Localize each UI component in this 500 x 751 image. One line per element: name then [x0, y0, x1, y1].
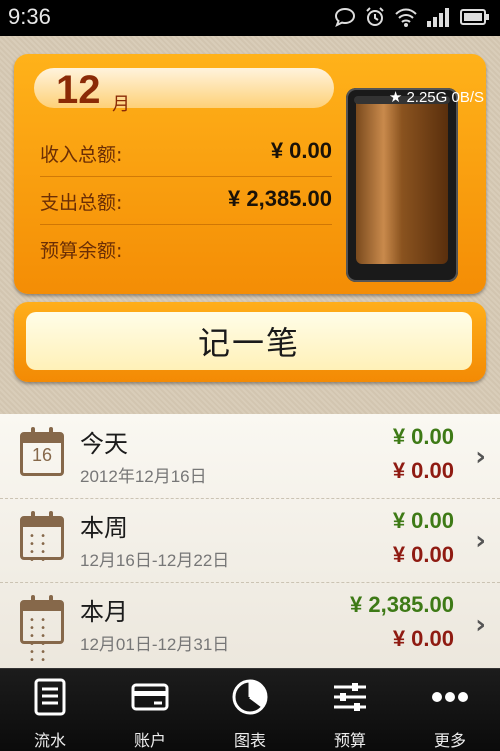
alarm-icon: [366, 7, 384, 26]
expense-total-value: ¥ 2,385.00: [228, 186, 332, 211]
app-content: 12 月 收入总额: ¥ 0.00 支出总额: ¥ 2,385.00 预算余额:…: [0, 36, 500, 668]
period-range: 2012年12月16日: [80, 467, 207, 486]
wifi-icon: [395, 8, 417, 27]
pie-chart-icon: [232, 679, 268, 715]
period-list: 16 今天 2012年12月16日 ¥ 0.00 ¥ 0.00 › • • • …: [0, 414, 500, 668]
income-total-value: ¥ 0.00: [270, 138, 332, 163]
tab-budget[interactable]: 预算: [300, 669, 400, 751]
period-range: 12月01日-12月31日: [80, 635, 230, 654]
budget-balance-label: 预算余额:: [40, 240, 123, 262]
tab-more[interactable]: 更多: [400, 669, 500, 751]
expense-total-row: 支出总额: ¥ 2,385.00: [40, 178, 332, 225]
tab-transactions[interactable]: 流水: [0, 669, 100, 751]
bottom-tab-bar: 流水 账户 图表 预算 更多: [0, 668, 500, 751]
chevron-right-icon: ›: [475, 610, 486, 640]
battery-icon: [460, 9, 489, 25]
budget-jar-graphic: [346, 88, 458, 282]
net-speed-indicator: ★ 2.25G 0B/S: [388, 89, 484, 106]
list-icon: [34, 678, 66, 716]
sliders-icon: [334, 683, 366, 711]
calendar-icon: • • • • • • • • • • • •: [20, 595, 64, 666]
budget-balance-row: 预算余额:: [40, 226, 332, 272]
month-unit: 月: [112, 94, 130, 115]
period-title: 本月: [80, 598, 128, 626]
more-icon: [432, 692, 468, 702]
status-bar: 9:36: [0, 0, 500, 36]
chevron-right-icon: ›: [475, 526, 486, 556]
period-item-week[interactable]: • • • • • • • • 本周 12月16日-12月22日 ¥ 0.00 ¥…: [0, 498, 500, 583]
monthly-summary-card: 12 月 收入总额: ¥ 0.00 支出总额: ¥ 2,385.00 预算余额:…: [14, 54, 486, 294]
record-entry-label: 记一笔: [26, 312, 472, 370]
period-title: 本周: [80, 514, 128, 542]
period-item-month[interactable]: • • • • • • • • • • • • 本月 12月01日-12月31日 ¥…: [0, 582, 500, 666]
signal-icon: [427, 8, 449, 27]
period-income: ¥ 2,385.00: [350, 592, 454, 617]
period-income: ¥ 0.00: [392, 508, 454, 533]
status-time: 9:36: [8, 4, 51, 29]
expense-total-label: 支出总额:: [40, 192, 123, 214]
calendar-icon: • • • • • • • •: [20, 511, 64, 566]
period-income: ¥ 0.00: [392, 424, 454, 449]
period-title: 今天: [80, 430, 128, 458]
tab-accounts[interactable]: 账户: [100, 669, 200, 751]
chevron-right-icon: ›: [475, 442, 486, 472]
period-range: 12月16日-12月22日: [80, 551, 230, 570]
income-total-label: 收入总额:: [40, 144, 123, 166]
card-icon: [131, 683, 169, 711]
calendar-icon: 16: [20, 427, 64, 476]
period-expense: ¥ 0.00: [392, 458, 454, 483]
income-total-row: 收入总额: ¥ 0.00: [40, 130, 332, 177]
month-number: 12: [56, 68, 101, 112]
period-expense: ¥ 0.00: [392, 626, 454, 651]
tab-charts[interactable]: 图表: [200, 669, 300, 751]
record-entry-button[interactable]: 记一笔: [14, 302, 486, 382]
period-item-today[interactable]: 16 今天 2012年12月16日 ¥ 0.00 ¥ 0.00 ›: [0, 414, 500, 499]
chat-bubble-icon: [334, 7, 356, 27]
period-expense: ¥ 0.00: [392, 542, 454, 567]
